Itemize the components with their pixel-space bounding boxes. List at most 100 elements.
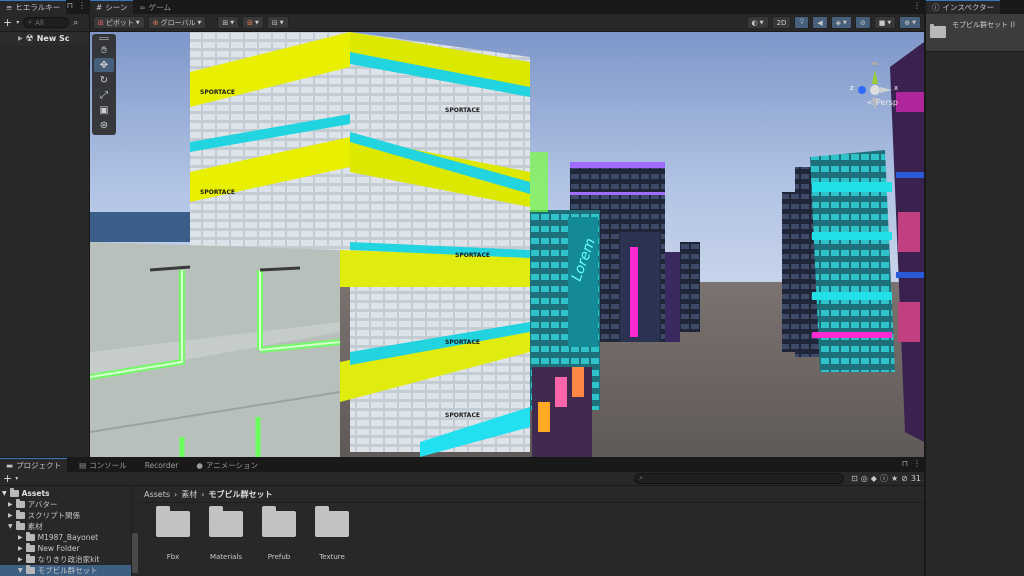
tab-inspector-label: インスペクター	[942, 3, 995, 12]
lock-icon[interactable]: ⊓	[67, 1, 73, 10]
draw-mode-button[interactable]: ◐ ▼	[746, 16, 769, 29]
list-icon: ≡	[6, 3, 13, 12]
pivot-button[interactable]: ⊞ ピボット ▼	[93, 16, 145, 29]
tab-recorder[interactable]: Recorder	[138, 458, 185, 472]
tree-scrollbar[interactable]	[132, 533, 138, 573]
breadcrumb-assets[interactable]: Assets	[144, 490, 170, 499]
tree-item-new-folder[interactable]: ▶ New Folder	[0, 543, 131, 554]
chevron-down-icon[interactable]: ▼	[18, 567, 23, 574]
scene-render: Lorem SPORTACE SPORTACE SPORTACE SPORTAC…	[90, 32, 924, 457]
tab-console[interactable]: ▤ コンソール	[73, 458, 133, 472]
tab-hierarchy[interactable]: ≡ ヒエラルキー	[0, 0, 67, 14]
eye-slash-icon[interactable]: ⊘	[901, 474, 908, 483]
tree-item-label: Assets	[21, 489, 50, 498]
folder-icon	[25, 532, 35, 541]
folder-icon	[15, 510, 25, 519]
camera-button[interactable]: ■ ▼	[873, 16, 897, 29]
scene-name: New Sc	[36, 34, 70, 43]
rect-tool-icon[interactable]: ▣	[94, 103, 114, 117]
tree-item-label: M1987_Bayonet	[37, 533, 99, 542]
tree-item-label: アバター	[27, 500, 58, 509]
chevron-right-icon[interactable]: ▶	[18, 545, 23, 552]
filter-icon[interactable]: ⌕	[73, 18, 78, 28]
hierarchy-search-input[interactable]: ⌕ All	[23, 17, 70, 28]
effects-button[interactable]: ◈ ▼	[830, 16, 852, 29]
inspector-panel: ⓘ インスペクター モブビル群セット (l	[926, 0, 1024, 576]
project-search-input[interactable]: ⌕	[634, 473, 845, 484]
breadcrumb-materials[interactable]: 素材	[181, 489, 197, 500]
increment-snap-button[interactable]: ⊟ ▼	[266, 16, 289, 29]
tree-item-materials-root[interactable]: ▼ 素材	[0, 521, 131, 532]
tree-item-politician-kit[interactable]: ▶ なりきり政治家kit	[0, 554, 131, 565]
breadcrumb-mob-buildings[interactable]: モブビル群セット	[208, 489, 272, 500]
chevron-down-icon[interactable]: ▼	[2, 490, 7, 497]
chevron-right-icon[interactable]: ▶	[8, 512, 13, 519]
palette-drag-handle[interactable]	[99, 37, 109, 40]
scene-toolbar: ⊞ ピボット ▼ ⊕ グローバル ▼ ⊞ ▼ ⊞ ▼ ⊟ ▼ ◐ ▼ 2D 💡︎ ◀︎ …	[90, 14, 924, 32]
tab-game[interactable]: ∞ ゲーム	[133, 0, 177, 14]
star-icon[interactable]: ★	[891, 474, 898, 483]
folder-icon	[25, 543, 35, 552]
scale-tool-icon[interactable]: ⤢	[94, 88, 114, 102]
asset-folder-texture[interactable]: Texture	[307, 506, 357, 561]
error-icon[interactable]: ⓘ	[880, 473, 888, 484]
asset-folder-materials[interactable]: Materials	[201, 506, 251, 561]
tree-item-mob-buildings[interactable]: ▼ モブビル群セット	[0, 565, 131, 576]
chevron-right-icon[interactable]: ▶	[8, 501, 13, 508]
tree-item-scripts[interactable]: ▶ スクリプト関係	[0, 510, 131, 521]
filter-type-icon[interactable]: ◎	[861, 474, 868, 483]
grid-visibility-button[interactable]: ⊞ ▼	[242, 16, 264, 29]
hand-tool-icon[interactable]: ✋︎	[94, 43, 114, 57]
folder-icon: ▬	[6, 461, 14, 470]
snap-icon: ⊟	[271, 18, 278, 27]
add-icon[interactable]: +	[3, 472, 12, 485]
move-tool-icon[interactable]: ✥	[94, 58, 114, 72]
grid-icon: #	[96, 3, 103, 12]
gizmos-button[interactable]: ⊕ ▼	[899, 16, 921, 29]
hierarchy-scene-row[interactable]: ▶ ☢ New Sc	[0, 32, 89, 45]
chevron-right-icon[interactable]: ▶	[18, 556, 23, 563]
lock-icon[interactable]: ⊓	[902, 459, 908, 468]
grid-snap-button[interactable]: ⊞ ▼	[217, 16, 240, 29]
project-toolbar: + ▾ ⌕ ⊡ ◎ ◆ ⓘ ★ ⊘ 31	[0, 472, 924, 486]
search-scope-icon[interactable]: ⊡	[851, 474, 858, 483]
chevron-down-icon[interactable]: ▾	[15, 475, 18, 482]
asset-folder-prefub[interactable]: Prefub	[254, 506, 304, 561]
tree-item-label: なりきり政治家kit	[37, 555, 100, 564]
projection-label[interactable]: < Persp	[867, 98, 898, 107]
global-label: グローバル	[160, 18, 196, 27]
more-icon[interactable]: ⋮	[913, 1, 921, 10]
transform-tool-icon[interactable]: ⊛	[94, 118, 114, 132]
chevron-right-icon[interactable]: ▶	[18, 35, 23, 42]
rotate-tool-icon[interactable]: ↻	[94, 73, 114, 87]
tree-item-assets[interactable]: ▼ Assets	[0, 488, 131, 499]
tree-item-label: New Folder	[37, 544, 80, 553]
orientation-gizmo[interactable]: z x	[850, 60, 902, 120]
label-icon[interactable]: ◆	[871, 474, 877, 483]
more-icon[interactable]: ⋮	[913, 459, 921, 468]
add-icon[interactable]: +	[3, 16, 12, 29]
scene-viewport[interactable]: Lorem SPORTACE SPORTACE SPORTACE SPORTAC…	[90, 32, 924, 457]
chevron-right-icon[interactable]: ▶	[18, 534, 23, 541]
tab-project[interactable]: ▬ プロジェクト	[0, 458, 68, 472]
tab-animation[interactable]: ● アニメーション	[190, 458, 265, 472]
mode-2d-button[interactable]: 2D	[771, 16, 792, 29]
lighting-button[interactable]: 💡︎	[794, 16, 810, 29]
tree-item-bayonet[interactable]: ▶ M1987_Bayonet	[0, 532, 131, 543]
more-icon[interactable]: ⋮	[78, 1, 86, 10]
building-sign-1: SPORTACE	[445, 107, 480, 114]
chevron-down-icon[interactable]: ▾	[16, 19, 19, 26]
tab-scene[interactable]: # シーン	[90, 0, 134, 14]
tree-item-avatar[interactable]: ▶ アバター	[0, 499, 131, 510]
chevron-down-icon[interactable]: ▼	[8, 523, 13, 530]
tab-inspector[interactable]: ⓘ インスペクター	[926, 0, 1001, 14]
visibility-button[interactable]: ⊘	[854, 16, 871, 29]
asset-folder-fbx[interactable]: Fbx	[148, 506, 198, 561]
tab-console-label: コンソール	[89, 461, 127, 470]
folder-tree: ▼ Assets ▶ アバター ▶ スクリプト関係 ▼ 素材 ▶ M1987_B…	[0, 487, 138, 576]
global-button[interactable]: ⊕ グローバル ▼	[147, 16, 207, 29]
building-sign-2: SPORTACE	[455, 252, 490, 259]
audio-button[interactable]: ◀︎	[812, 16, 828, 29]
breadcrumb-separator: ›	[201, 490, 205, 499]
pivot-icon: ⊞	[98, 18, 104, 27]
